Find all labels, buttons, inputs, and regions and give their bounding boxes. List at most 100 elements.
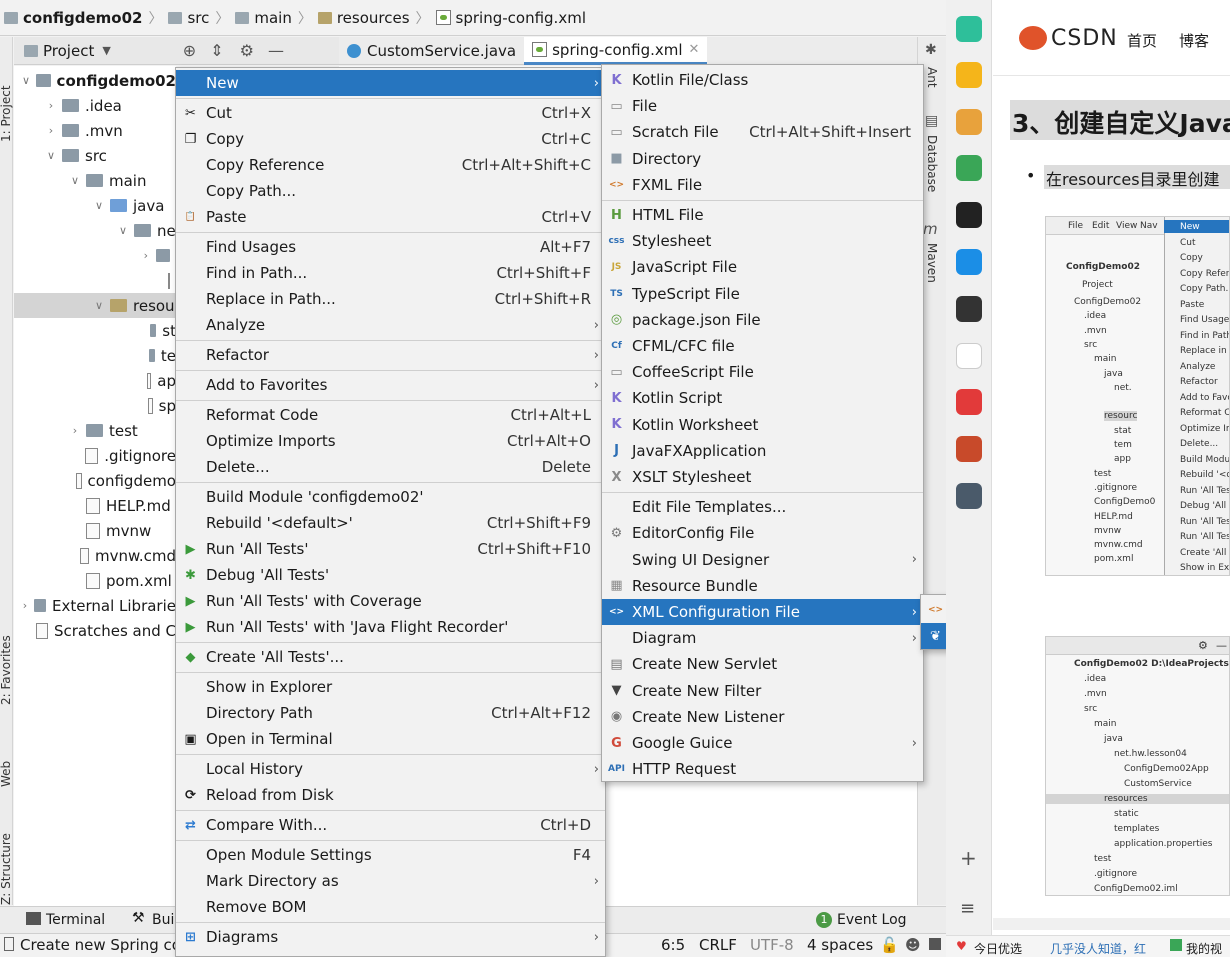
today-picks[interactable]: 今日优选 bbox=[974, 940, 1022, 957]
menu-item[interactable]: ▭ Scratch File Ctrl+Alt+Shift+Insert bbox=[602, 119, 923, 145]
menu-item[interactable]: ◆ Create 'All Tests'... bbox=[176, 644, 605, 670]
menu-item[interactable]: Mark Directory as › bbox=[176, 868, 605, 894]
menu-item[interactable]: <> XML Configuration File › bbox=[602, 599, 923, 626]
chevron-right-icon[interactable]: › bbox=[20, 599, 30, 612]
menu-item[interactable]: Replace in Path... Ctrl+Shift+R bbox=[176, 286, 605, 312]
menu-item[interactable]: Edit File Templates... bbox=[602, 494, 923, 520]
tree-item[interactable]: › .mvn bbox=[14, 118, 176, 143]
tree-item[interactable]: ∨ resou bbox=[14, 293, 176, 318]
chevron-down-icon[interactable]: ▼ bbox=[102, 44, 110, 57]
ant-tool-tab[interactable]: Ant bbox=[925, 67, 939, 88]
menu-item[interactable]: ▣ Open in Terminal bbox=[176, 726, 605, 752]
menu-item[interactable]: Find Usages Alt+F7 bbox=[176, 234, 605, 260]
video-icon[interactable] bbox=[956, 389, 982, 415]
add-icon[interactable]: + bbox=[960, 846, 977, 870]
csdn-logo[interactable]: CSDN bbox=[1051, 26, 1118, 51]
menu-item[interactable]: 📋 Paste Ctrl+V bbox=[176, 204, 605, 230]
chevron-down-icon[interactable]: ∨ bbox=[20, 74, 32, 87]
menu-item[interactable]: ▤ Create New Servlet bbox=[602, 651, 923, 677]
menu-item[interactable]: Analyze › bbox=[176, 312, 605, 338]
file-encoding[interactable]: UTF-8 bbox=[750, 936, 794, 954]
chevron-right-icon[interactable]: › bbox=[68, 424, 82, 437]
inspection-icon[interactable]: ☻ bbox=[905, 936, 921, 954]
menu-item[interactable]: ⟳ Reload from Disk bbox=[176, 782, 605, 808]
breadcrumb-file[interactable]: spring-config.xml bbox=[456, 9, 586, 27]
app-plus-icon[interactable] bbox=[956, 16, 982, 42]
breadcrumb-src[interactable]: src bbox=[187, 9, 209, 27]
web-tool-tab[interactable]: Web bbox=[0, 761, 13, 787]
tree-item[interactable]: › bbox=[14, 243, 176, 268]
tree-item[interactable]: .gitignore bbox=[14, 443, 176, 468]
chevron-down-icon[interactable]: ∨ bbox=[92, 299, 106, 312]
chevron-down-icon[interactable]: ∨ bbox=[116, 224, 130, 237]
hide-icon[interactable]: — bbox=[268, 41, 284, 60]
tree-item[interactable]: ∨ src bbox=[14, 143, 176, 168]
menu-item[interactable]: Reformat Code Ctrl+Alt+L bbox=[176, 402, 605, 428]
news-icon[interactable] bbox=[956, 296, 982, 322]
menu-item[interactable]: ❐ Copy Ctrl+C bbox=[176, 126, 605, 152]
menu-item[interactable]: Build Module 'configdemo02' bbox=[176, 484, 605, 510]
nav-blog[interactable]: 博客 bbox=[1179, 30, 1209, 51]
favorites-star-icon[interactable] bbox=[956, 62, 982, 88]
menu-item[interactable]: K Kotlin Worksheet bbox=[602, 412, 923, 438]
menu-item[interactable]: ▶ Run 'All Tests' Ctrl+Shift+F10 bbox=[176, 536, 605, 562]
project-panel-title[interactable]: Project bbox=[43, 42, 94, 60]
menu-item[interactable]: Add to Favorites › bbox=[176, 372, 605, 398]
menu-item[interactable]: G Google Guice › bbox=[602, 730, 923, 756]
menu-item[interactable]: Copy Path... bbox=[176, 178, 605, 204]
menu-item[interactable]: ◉ Create New Listener bbox=[602, 704, 923, 730]
game-icon[interactable] bbox=[956, 436, 982, 462]
menu-item[interactable]: Cf CFML/CFC file bbox=[602, 333, 923, 359]
menu-item[interactable]: Copy Reference Ctrl+Alt+Shift+C bbox=[176, 152, 605, 178]
menu-item[interactable]: css Stylesheet bbox=[602, 228, 923, 254]
favorites-tool-tab[interactable]: 2: Favorites bbox=[0, 635, 13, 705]
line-separator[interactable]: CRLF bbox=[699, 936, 737, 954]
nav-home[interactable]: 首页 bbox=[1127, 30, 1157, 51]
menu-item[interactable]: Delete... Delete bbox=[176, 454, 605, 480]
menu-item[interactable]: ▼ Create New Filter bbox=[602, 678, 923, 704]
tree-item[interactable]: ∨ main bbox=[14, 168, 176, 193]
menu-item[interactable]: ▭ CoffeeScript File bbox=[602, 359, 923, 385]
menu-item[interactable]: K Kotlin File/Class bbox=[602, 67, 923, 93]
tree-item[interactable]: st bbox=[14, 318, 176, 343]
mail-icon[interactable] bbox=[956, 155, 982, 181]
menu-item[interactable]: JS JavaScript File bbox=[602, 254, 923, 280]
menu-item[interactable]: ▦ Resource Bundle bbox=[602, 573, 923, 599]
chevron-down-icon[interactable]: ∨ bbox=[44, 149, 58, 162]
tree-item[interactable] bbox=[14, 268, 176, 293]
menu-item[interactable]: ⇄ Compare With... Ctrl+D bbox=[176, 812, 605, 838]
game2-icon[interactable] bbox=[956, 483, 982, 509]
tree-item[interactable]: ap bbox=[14, 368, 176, 393]
menu-item[interactable]: TS TypeScript File bbox=[602, 281, 923, 307]
isc-icon[interactable] bbox=[956, 202, 982, 228]
menu-item[interactable]: ▭ File bbox=[602, 93, 923, 119]
close-icon[interactable]: ✕ bbox=[689, 42, 700, 57]
tree-item[interactable]: mvnw bbox=[14, 518, 176, 543]
project-tool-tab[interactable]: 1: Project bbox=[0, 85, 13, 142]
chevron-right-icon[interactable]: › bbox=[140, 249, 152, 262]
tree-item[interactable]: sp bbox=[14, 393, 176, 418]
menu-item[interactable]: ▶ Run 'All Tests' with 'Java Flight Recor… bbox=[176, 614, 605, 640]
menu-item[interactable]: ✱ Debug 'All Tests' bbox=[176, 562, 605, 588]
maven-tool-tab[interactable]: Maven bbox=[925, 243, 939, 283]
chevron-right-icon[interactable]: › bbox=[44, 124, 58, 137]
menu-item[interactable]: K Kotlin Script bbox=[602, 385, 923, 411]
menu-item[interactable]: ▶ Run 'All Tests' with Coverage bbox=[176, 588, 605, 614]
menu-item[interactable]: ✂ Cut Ctrl+X bbox=[176, 100, 605, 126]
lock-icon[interactable]: 🔓 bbox=[880, 936, 899, 954]
tree-item[interactable]: Scratches and C bbox=[14, 618, 176, 643]
tree-item[interactable]: configdemo bbox=[14, 468, 176, 493]
menu-item[interactable]: H HTML File bbox=[602, 202, 923, 228]
list-icon[interactable]: ≡ bbox=[960, 898, 975, 919]
breadcrumb-project[interactable]: configdemo02 bbox=[23, 9, 142, 27]
menu-item[interactable]: Refactor › bbox=[176, 342, 605, 368]
status-toggle-icon[interactable] bbox=[4, 937, 14, 951]
menu-item[interactable]: Directory Path Ctrl+Alt+F12 bbox=[176, 700, 605, 726]
tree-item[interactable]: › External Librarie bbox=[14, 593, 176, 618]
menu-item[interactable]: Show in Explorer bbox=[176, 674, 605, 700]
tab-spring-config[interactable]: spring-config.xml ✕ bbox=[524, 37, 708, 65]
chevron-right-icon[interactable]: › bbox=[44, 99, 58, 112]
structure-tool-tab[interactable]: Z: Structure bbox=[0, 833, 13, 905]
tree-item[interactable]: ∨ configdemo02 bbox=[14, 68, 176, 93]
horizontal-scrollbar[interactable] bbox=[993, 918, 1230, 930]
